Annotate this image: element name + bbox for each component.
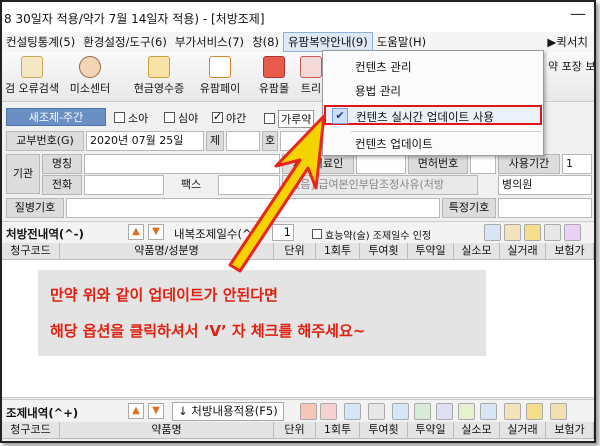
cash-receipt-button[interactable]: 현금영수증 [126, 56, 192, 98]
menu-item-realtime-update[interactable]: ✔ 컨텐츠 실시간 업데이트 사용 [324, 105, 542, 125]
tool-icon-3[interactable] [414, 403, 431, 420]
late-night-checkbox[interactable]: 심야 [164, 110, 198, 126]
exempt-reason-select[interactable]: [없음] 급여본인부담조정사유(처방 [282, 175, 478, 195]
days-label: 내복조제일수(^T) [174, 227, 264, 241]
menu-help[interactable]: 도움말(H) [373, 32, 430, 52]
pack-label: 약 포장 보 [548, 60, 596, 73]
night-checkbox[interactable]: 야간 [212, 110, 246, 126]
period-label: 사용기간 [498, 154, 560, 174]
checkmark-icon: ✔ [332, 108, 348, 124]
ho-label: 호 [262, 131, 278, 151]
powder-checkbox[interactable]: 가루약 [264, 110, 315, 128]
menu-bar: 컨설팅통계(5) 환경설정/도구(6) 부가서비스(7) 창(8) 유팜복약안내… [2, 32, 594, 52]
ho-field[interactable] [280, 131, 320, 151]
menu-upharm-guide[interactable]: 유팜복약안내(9) [282, 32, 373, 52]
days-field[interactable]: 1 [272, 224, 294, 241]
phone-label: 전화 [42, 175, 82, 195]
menu-item-usage-manage[interactable]: 용법 관리 [323, 81, 543, 101]
dispensing-section-header: 조제내역(^+) ▲ ▼ ↓ 처방내용적용(F5) [2, 399, 594, 421]
error-search-button[interactable]: 검 오류검색 [4, 56, 60, 98]
je-label: 제 [206, 131, 224, 151]
tool-icon-5[interactable] [458, 403, 475, 420]
minimize-icon[interactable]: — [570, 4, 586, 23]
special-code-label: 특정기호 [442, 198, 496, 218]
dispensing-title: 조제내역(^+) [6, 406, 79, 420]
prescription-title: 처방전내역(^-) [6, 227, 84, 241]
name-label: 명칭 [42, 154, 82, 174]
edit-icon[interactable] [524, 224, 541, 241]
tool-icon-4[interactable] [436, 403, 453, 420]
institution-name-field[interactable] [84, 154, 280, 174]
copy-icon[interactable] [484, 224, 501, 241]
special-code-field[interactable] [498, 198, 592, 218]
fax-field[interactable] [218, 175, 280, 195]
annotation-box: 만약 위와 같이 업데이트가 안된다면 해당 옵션을 클릭하셔서 ‘V’ 자 체… [38, 270, 486, 356]
menu-settings[interactable]: 환경설정/도구(6) [79, 32, 171, 52]
menu-item-content-update[interactable]: 컨텐츠 업데이트 [323, 134, 543, 154]
tree-icon [300, 56, 322, 78]
receipt-icon [148, 56, 170, 78]
tree-button[interactable]: 트리 [298, 56, 324, 98]
phone-field[interactable] [84, 175, 164, 195]
fax-label: 팩스 [166, 175, 216, 195]
dispensing-column-header: 청구코드 약품명 단위 1회투 투여횟 투약일 실소모 실거래 보험가 [2, 422, 594, 439]
search-icon [21, 56, 43, 78]
menu-addon[interactable]: 부가서비스(7) [171, 32, 248, 52]
shop-icon [263, 56, 285, 78]
issue-date-field[interactable]: 2020년 07월 25일 [86, 131, 204, 151]
tool-icon-9[interactable] [550, 403, 567, 420]
dur-icon[interactable] [300, 403, 317, 420]
upharm-guide-dropdown: 컨텐츠 관리 용법 관리 ✔ 컨텐츠 실시간 업데이트 사용 컨텐츠 업데이트 [322, 50, 544, 156]
disease-code-field[interactable] [66, 198, 440, 218]
dur-check-icon[interactable] [320, 403, 337, 420]
move-up-icon[interactable]: ▲ [128, 224, 144, 240]
miso-center-button[interactable]: 미소센터 [64, 56, 116, 98]
issue-number-label: 교부번호(G) [6, 131, 84, 151]
avatar-icon [79, 56, 101, 78]
tool-icon-7[interactable] [504, 403, 521, 420]
clipboard-icon[interactable] [504, 224, 521, 241]
license-field[interactable] [470, 154, 496, 174]
apply-prescription-button[interactable]: ↓ 처방내용적용(F5) [172, 402, 284, 421]
annotation-line-1: 만약 위와 같이 업데이트가 안된다면 [50, 286, 278, 304]
scissors-icon[interactable] [368, 403, 385, 420]
je-field[interactable] [226, 131, 260, 151]
upharm-mall-button[interactable]: 유팜몰 [254, 56, 294, 98]
move-down-icon[interactable]: ▼ [148, 224, 164, 240]
menu-window[interactable]: 창(8) [248, 32, 283, 52]
effect-checkbox[interactable]: 효능약(술) 조제일수 인정 [312, 227, 431, 242]
upharm-pay-button[interactable]: 유팜페이 [194, 56, 246, 98]
menu-separator [351, 131, 541, 132]
tool-icon-1[interactable] [344, 403, 361, 420]
print-icon[interactable] [544, 224, 561, 241]
title-bar: 8 30일자 적용/약가 7월 14일자 적용) - [처방조제] — [2, 2, 594, 32]
new-dispense-button[interactable]: 새조제-주간 [6, 108, 106, 126]
child-checkbox[interactable]: 소아 [114, 110, 148, 126]
tool-icon-2[interactable] [392, 403, 409, 420]
window-title: 8 30일자 적용/약가 7월 14일자 적용) - [처방조제] [4, 12, 265, 26]
menu-consulting[interactable]: 컨설팅통계(5) [2, 32, 79, 52]
license-label: 면허번호 [408, 154, 468, 174]
period-field[interactable]: 1 [562, 154, 592, 174]
hospital-type-select[interactable]: 병의원 [498, 175, 592, 195]
tool-icon-6[interactable] [480, 403, 497, 420]
dispense-up-icon[interactable]: ▲ [128, 403, 144, 419]
prescriber-field[interactable] [356, 154, 406, 174]
list-icon[interactable] [564, 224, 581, 241]
app-window: 8 30일자 적용/약가 7월 14일자 적용) - [처방조제] — 컨설팅통… [0, 0, 596, 443]
institution-label: 기관 [6, 154, 40, 194]
annotation-line-2: 해당 옵션을 클릭하셔서 ‘V’ 자 체크를 해주세요~ [50, 322, 366, 340]
prescriber-label: 처방의료인 [282, 154, 354, 174]
prescription-column-header: 청구코드 약품명/성분명 단위 1회투 투여횟 투약일 실소모 실거래 보험가 [2, 243, 594, 260]
dispense-down-icon[interactable]: ▼ [148, 403, 164, 419]
prescription-section-header: 처방전내역(^-) ▲ ▼ 내복조제일수(^T) 1 효능약(술) 조제일수 인… [2, 221, 594, 243]
menu-item-content-manage[interactable]: 컨텐츠 관리 [323, 57, 543, 77]
tool-icon-8[interactable] [526, 403, 543, 420]
menu-quick-search[interactable]: ▶퀵서치 [547, 32, 588, 52]
document-icon [209, 56, 231, 78]
disease-code-label: 질병기호 [6, 198, 64, 218]
